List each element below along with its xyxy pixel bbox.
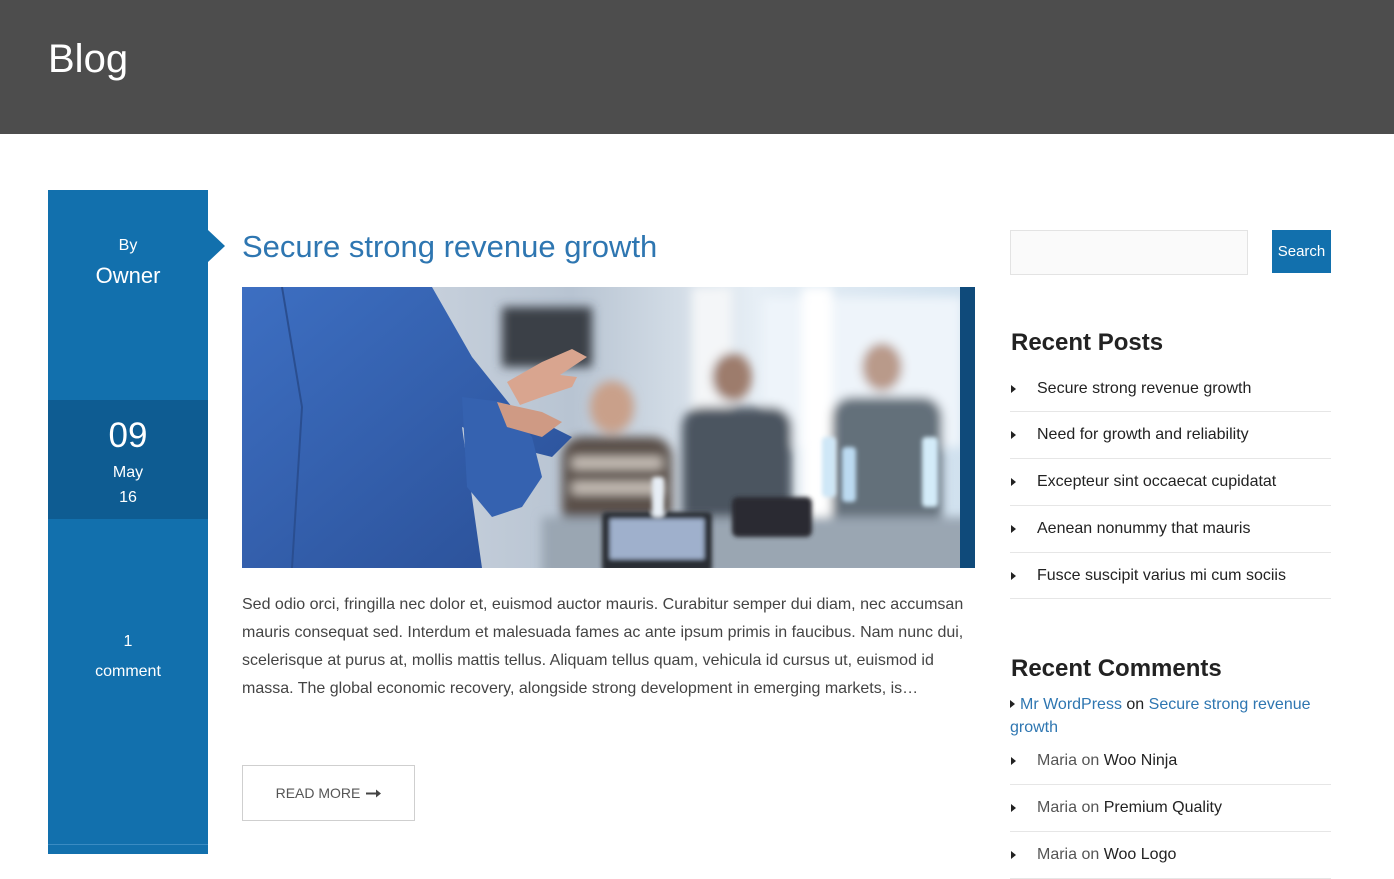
post-author[interactable]: Owner — [48, 263, 208, 289]
list-item: Secure strong revenue growth — [1010, 366, 1331, 412]
post-date-day: 09 — [108, 416, 148, 455]
recent-comment-item: Maria on Woo Logo — [1010, 832, 1331, 879]
recent-post-link[interactable]: Secure strong revenue growth — [1037, 380, 1251, 398]
read-more-button[interactable]: READ MORE — [242, 765, 415, 821]
page-title: Blog — [48, 37, 129, 81]
read-more-label: READ MORE — [275, 785, 361, 801]
list-item: Fusce suscipit varius mi cum sociis — [1010, 553, 1331, 599]
presentation-photo — [242, 287, 975, 568]
comment-count[interactable]: 1 — [48, 633, 208, 651]
caret-right-icon — [1011, 478, 1016, 486]
recent-comments-list: Maria on Woo Ninja Maria on Premium Qual… — [1010, 738, 1331, 879]
recent-post-link[interactable]: Need for growth and reliability — [1037, 426, 1249, 444]
comment-author-link[interactable]: Mr WordPress — [1020, 696, 1122, 713]
caret-right-icon — [1011, 804, 1016, 812]
caret-right-icon — [1011, 525, 1016, 533]
comment-on-word: on — [1126, 696, 1145, 713]
meta-pointer-arrow — [208, 230, 225, 262]
list-item: Excepteur sint occaecat cupidatat — [1010, 459, 1331, 506]
recent-posts-title: Recent Posts — [1011, 329, 1164, 356]
recent-post-link[interactable]: Fusce suscipit varius mi cum sociis — [1037, 567, 1286, 585]
caret-right-icon — [1011, 757, 1016, 765]
comment-author: Maria — [1037, 752, 1078, 769]
comment-author: Maria — [1037, 799, 1078, 816]
post-date-month: May — [112, 464, 144, 481]
caret-right-icon — [1011, 851, 1016, 859]
post-title-link[interactable]: Secure strong revenue growth — [242, 228, 657, 266]
comment-post-link[interactable]: Woo Logo — [1104, 846, 1177, 863]
recent-post-link[interactable]: Aenean nonummy that mauris — [1037, 520, 1250, 538]
caret-right-icon — [1010, 699, 1015, 708]
caret-right-icon — [1011, 431, 1016, 439]
comment-on-word: on — [1081, 799, 1100, 816]
caret-right-icon — [1011, 572, 1016, 580]
page-header: Blog — [0, 0, 1394, 134]
author-by-label: By — [118, 237, 138, 254]
comment-on-word: on — [1081, 752, 1100, 769]
comment-author: Maria — [1037, 846, 1078, 863]
recent-comments-title: Recent Comments — [1011, 655, 1222, 682]
post-excerpt: Sed odio orci, fringilla nec dolor et, e… — [242, 596, 964, 697]
comment-label[interactable]: comment — [48, 663, 208, 681]
recent-comment-item: Maria on Premium Quality — [1010, 785, 1331, 832]
post-meta-panel: By Owner 09 May 16 1 comment — [48, 190, 208, 854]
comment-post-link[interactable]: Woo Ninja — [1104, 752, 1178, 769]
recent-post-link[interactable]: Excepteur sint occaecat cupidatat — [1037, 473, 1276, 491]
recent-posts-list: Secure strong revenue growth Need for gr… — [1010, 366, 1331, 599]
recent-comment-item: Mr WordPress on Secure strong revenue gr… — [1010, 693, 1331, 739]
search-input[interactable] — [1010, 230, 1248, 275]
list-item: Need for growth and reliability — [1010, 412, 1331, 459]
comment-post-link[interactable]: Premium Quality — [1104, 799, 1222, 816]
caret-right-icon — [1011, 385, 1016, 393]
post-date-year: 16 — [119, 489, 137, 506]
comment-on-word: on — [1081, 846, 1100, 863]
search-button[interactable]: Search — [1272, 230, 1331, 273]
post-date: 09 May 16 — [48, 400, 208, 519]
list-item: Aenean nonummy that mauris — [1010, 506, 1331, 553]
recent-comment-item: Maria on Woo Ninja — [1010, 738, 1331, 785]
arrow-right-icon — [366, 785, 382, 801]
post-featured-image[interactable] — [242, 287, 975, 568]
meta-divider — [48, 844, 208, 845]
